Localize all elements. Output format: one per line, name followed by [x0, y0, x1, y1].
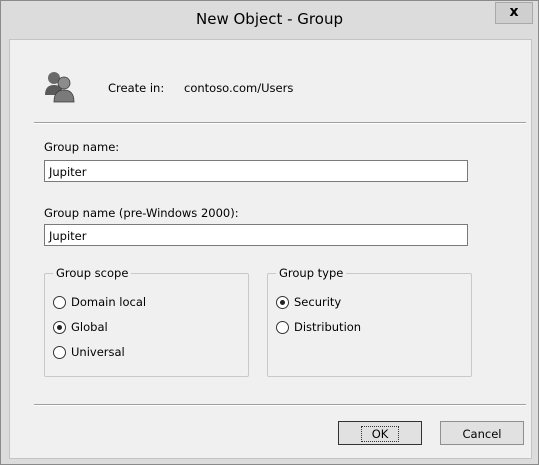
ok-button[interactable]: OK: [338, 421, 422, 445]
radio-button[interactable]: [53, 295, 66, 309]
radio-button-checked[interactable]: [53, 320, 66, 334]
create-in-label: Create in:: [108, 81, 165, 95]
create-in-path: contoso.com/Users: [184, 81, 294, 95]
group-type-legend: Group type: [276, 266, 347, 280]
separator: [34, 122, 526, 124]
radio-global[interactable]: Global: [53, 319, 108, 335]
cancel-button[interactable]: Cancel: [440, 421, 524, 445]
ok-button-label: OK: [360, 426, 400, 442]
radio-button-checked[interactable]: [276, 295, 289, 309]
close-icon: x: [509, 4, 519, 20]
close-button[interactable]: x: [495, 2, 533, 24]
cancel-button-label: Cancel: [462, 427, 502, 441]
radio-label: Domain local: [71, 295, 147, 309]
group-scope-legend: Group scope: [53, 266, 132, 280]
radio-button[interactable]: [276, 320, 289, 334]
radio-label: Security: [294, 295, 342, 309]
dialog-body: Create in: contoso.com/Users Group name:…: [9, 39, 532, 459]
new-object-group-dialog: New Object - Group x Create in: contoso.…: [0, 0, 539, 465]
group-scope-box: Group scope Domain local Global Universa…: [44, 266, 249, 377]
radio-domain-local[interactable]: Domain local: [53, 294, 146, 310]
radio-security[interactable]: Security: [276, 294, 341, 310]
title-bar[interactable]: New Object - Group x: [1, 1, 538, 39]
radio-distribution[interactable]: Distribution: [276, 319, 361, 335]
users-icon: [45, 72, 75, 103]
dialog-title: New Object - Group: [196, 10, 343, 28]
radio-label: Universal: [71, 345, 125, 359]
radio-label: Distribution: [294, 320, 362, 334]
group-type-box: Group type Security Distribution: [267, 266, 472, 377]
pre2000-name-input[interactable]: Jupiter: [44, 224, 468, 246]
group-name-input[interactable]: Jupiter: [44, 160, 468, 182]
pre2000-name-label: Group name (pre-Windows 2000):: [44, 206, 239, 220]
radio-button[interactable]: [53, 345, 66, 359]
radio-label: Global: [71, 320, 108, 334]
radio-universal[interactable]: Universal: [53, 344, 125, 360]
separator: [34, 404, 526, 406]
group-name-label: Group name:: [44, 140, 120, 154]
